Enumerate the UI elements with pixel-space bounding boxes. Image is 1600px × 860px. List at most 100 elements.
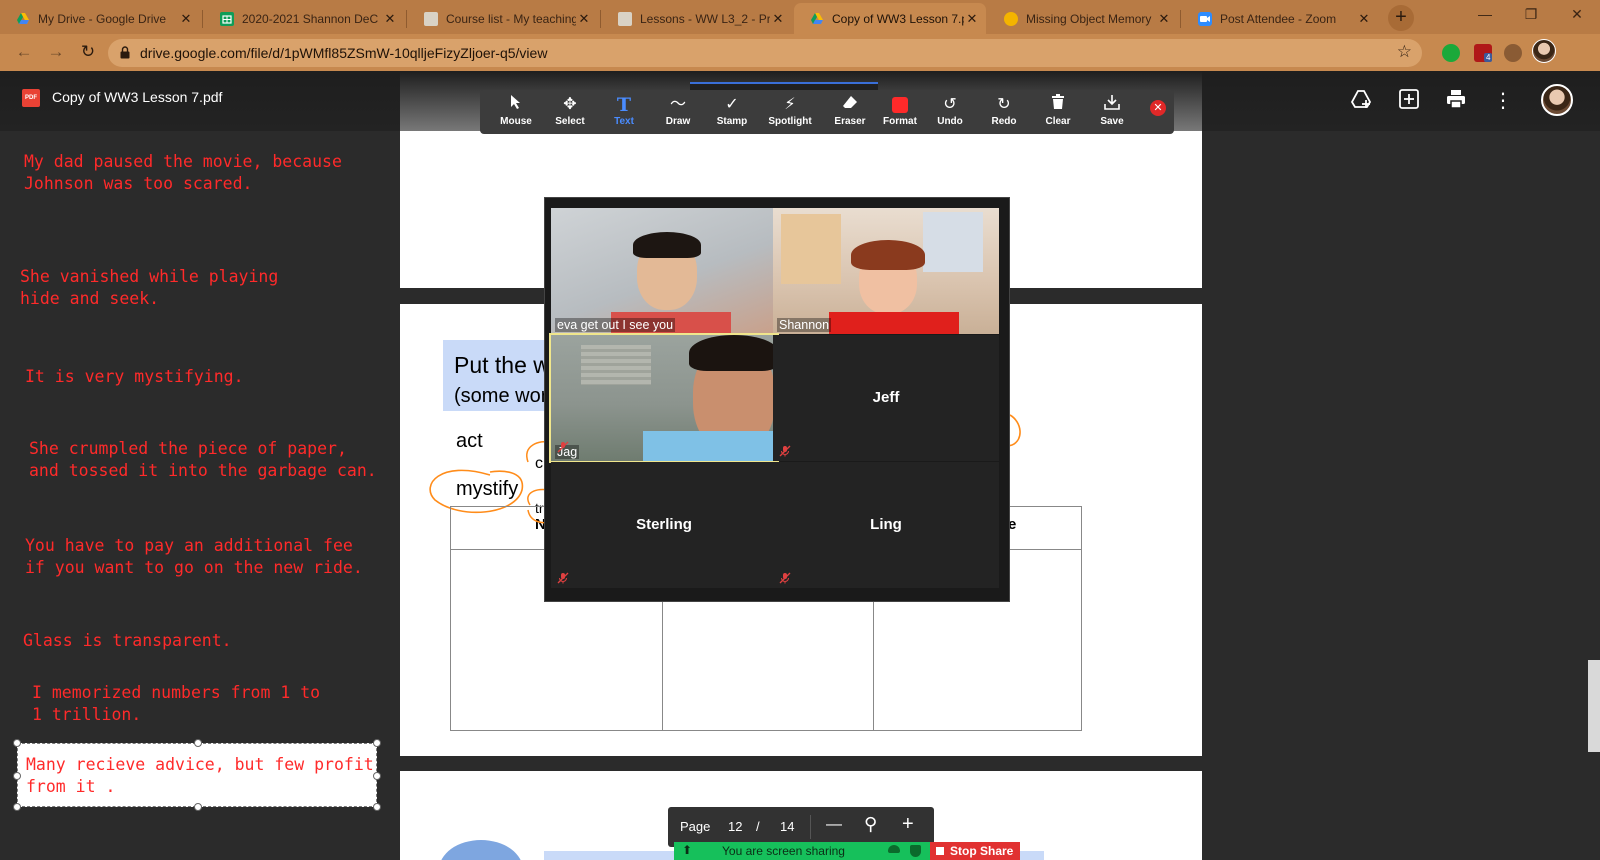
participant-shirt [643, 431, 777, 461]
tool-format[interactable]: Format [874, 94, 926, 132]
tool-mouse[interactable]: Mouse [490, 94, 542, 132]
note-sentence[interactable]: Many recieve advice, but few profit from… [26, 754, 374, 798]
resize-handle[interactable] [13, 772, 21, 780]
page-scrollbar-thumb[interactable] [1588, 660, 1600, 752]
bookmark-star-icon[interactable]: ☆ [1397, 42, 1412, 62]
participant-tile[interactable]: Sterling [551, 462, 777, 588]
zoom-out-icon[interactable]: — [826, 816, 842, 834]
zoom-icon [1198, 11, 1212, 26]
tab-my-drive[interactable]: My Drive - Google Drive ✕ [0, 3, 200, 34]
close-annotation-icon[interactable]: ✕ [1150, 100, 1166, 116]
tool-select[interactable]: ✥ Select [544, 94, 596, 132]
zoom-annotation-toolbar: Mouse ✥ Select T Text 〜 Draw ✓ Stamp ⚡ S… [480, 90, 1174, 134]
zoom-magnifier-icon[interactable]: ⚲ [864, 814, 877, 835]
drive-account-avatar[interactable] [1541, 84, 1573, 116]
stop-share-button[interactable]: Stop Share [930, 842, 1020, 860]
resize-handle[interactable] [373, 803, 381, 811]
resize-handle[interactable] [13, 739, 21, 747]
note-sentence[interactable]: It is very mystifying. [25, 366, 244, 388]
close-icon[interactable]: ✕ [964, 11, 980, 27]
tool-eraser[interactable]: Eraser [824, 94, 876, 132]
window-close-icon[interactable]: ✕ [1554, 0, 1600, 30]
current-page-input[interactable]: 12 [728, 819, 742, 834]
participant-tile[interactable]: Shannon [773, 208, 999, 334]
tab-title: Missing Object Memory [1026, 11, 1152, 26]
note-sentence[interactable]: She vanished while playing hide and seek… [20, 266, 278, 310]
note-sentence[interactable]: She crumpled the piece of paper, and tos… [29, 438, 377, 482]
tool-redo[interactable]: ↻ Redo [978, 94, 1030, 132]
resize-handle[interactable] [373, 772, 381, 780]
resize-handle[interactable] [373, 739, 381, 747]
tab-post-attendee-zoom[interactable]: Post Attendee - Zoom ✕ [1182, 3, 1378, 34]
tool-undo[interactable]: ↺ Undo [924, 94, 976, 132]
back-icon[interactable]: ← [12, 41, 36, 65]
tab-title: Lessons - WW L3_2 - Pro [640, 11, 770, 26]
shield-icon[interactable] [910, 845, 921, 857]
tool-text[interactable]: T Text [598, 94, 650, 132]
tab-sheets[interactable]: 2020-2021 Shannon DeC ✕ [204, 3, 404, 34]
tab-missing-object-memory[interactable]: Missing Object Memory ✕ [988, 3, 1178, 34]
selected-text-box[interactable]: Many recieve advice, but few profit from… [13, 739, 381, 811]
muted-mic-icon [557, 572, 569, 584]
add-comment-icon[interactable] [1396, 88, 1422, 114]
close-icon[interactable]: ✕ [382, 11, 398, 27]
tool-clear[interactable]: Clear [1032, 94, 1084, 132]
ublock-icon[interactable]: 4 [1474, 44, 1493, 62]
poster-decor [781, 214, 841, 284]
pdf-page-navigator: Page 12 / 14 — ⚲ + [668, 807, 934, 847]
tool-label: Select [555, 116, 585, 127]
tab-copy-of-ww3-lesson[interactable]: Copy of WW3 Lesson 7.p ✕ [794, 3, 986, 34]
minimize-icon[interactable]: — [1462, 0, 1508, 30]
reload-icon[interactable]: ↻ [76, 41, 100, 65]
extension-puzzle-icon[interactable] [1504, 44, 1522, 62]
note-sentence[interactable]: You have to pay an additional fee if you… [25, 535, 363, 579]
close-icon[interactable]: ✕ [178, 11, 194, 27]
extension-green-icon[interactable] [1442, 44, 1460, 62]
close-icon[interactable]: ✕ [1356, 11, 1372, 27]
stop-share-label: Stop Share [950, 844, 1014, 858]
tab-lessons[interactable]: Lessons - WW L3_2 - Pro ✕ [602, 3, 792, 34]
participant-name: Ling [870, 516, 902, 533]
address-bar[interactable]: drive.google.com/file/d/1pWMfl85ZSmW-10q… [108, 39, 1422, 67]
tab-title: Post Attendee - Zoom [1220, 11, 1337, 26]
extension-badge: 4 [1484, 53, 1493, 62]
more-options-icon[interactable]: ⋮ [1490, 88, 1516, 114]
tool-label: Undo [937, 116, 963, 127]
print-icon[interactable] [1443, 88, 1469, 114]
note-sentence[interactable]: I memorized numbers from 1 to 1 trillion… [32, 682, 320, 726]
note-sentence[interactable]: My dad paused the movie, because Johnson… [24, 151, 342, 195]
participant-tile[interactable]: Ling [773, 462, 999, 588]
add-to-drive-icon[interactable] [1348, 88, 1374, 114]
participant-name: Shannon [777, 318, 832, 332]
cloud-icon[interactable] [888, 845, 900, 853]
resize-handle[interactable] [194, 803, 202, 811]
zoom-in-icon[interactable]: + [902, 813, 914, 836]
tool-label: Format [883, 116, 917, 127]
tool-spotlight[interactable]: ⚡ Spotlight [764, 94, 816, 132]
resize-handle[interactable] [13, 803, 21, 811]
undo-icon: ↺ [943, 96, 957, 113]
forward-icon[interactable]: → [44, 41, 68, 65]
participant-tile[interactable]: eva get out I see you [551, 208, 777, 334]
participant-tile[interactable]: Jeff [773, 335, 999, 461]
chrome-profile-avatar[interactable] [1532, 39, 1556, 63]
zoom-gallery-view: eva get out I see you Shannon Jag Jeff S… [544, 197, 1010, 602]
participant-hair [633, 232, 701, 258]
note-sentence[interactable]: Glass is transparent. [23, 630, 232, 652]
new-tab-button[interactable]: + [1388, 5, 1414, 31]
close-icon[interactable]: ✕ [576, 11, 592, 27]
tool-save[interactable]: Save [1086, 94, 1138, 132]
lock-icon [120, 46, 130, 59]
close-icon[interactable]: ✕ [1156, 11, 1172, 27]
blue-circle-shape [441, 840, 521, 860]
resize-handle[interactable] [194, 739, 202, 747]
annotation-toolbar-handle[interactable] [690, 82, 878, 90]
tool-label: Mouse [500, 116, 532, 127]
participant-name: Jeff [872, 389, 900, 406]
tab-course-list[interactable]: Course list - My teaching ✕ [408, 3, 598, 34]
close-icon[interactable]: ✕ [770, 11, 786, 27]
tool-draw[interactable]: 〜 Draw [652, 94, 704, 132]
tool-stamp[interactable]: ✓ Stamp [706, 94, 758, 132]
restore-icon[interactable]: ❐ [1508, 0, 1554, 30]
participant-tile-active-speaker[interactable]: Jag [549, 333, 779, 463]
